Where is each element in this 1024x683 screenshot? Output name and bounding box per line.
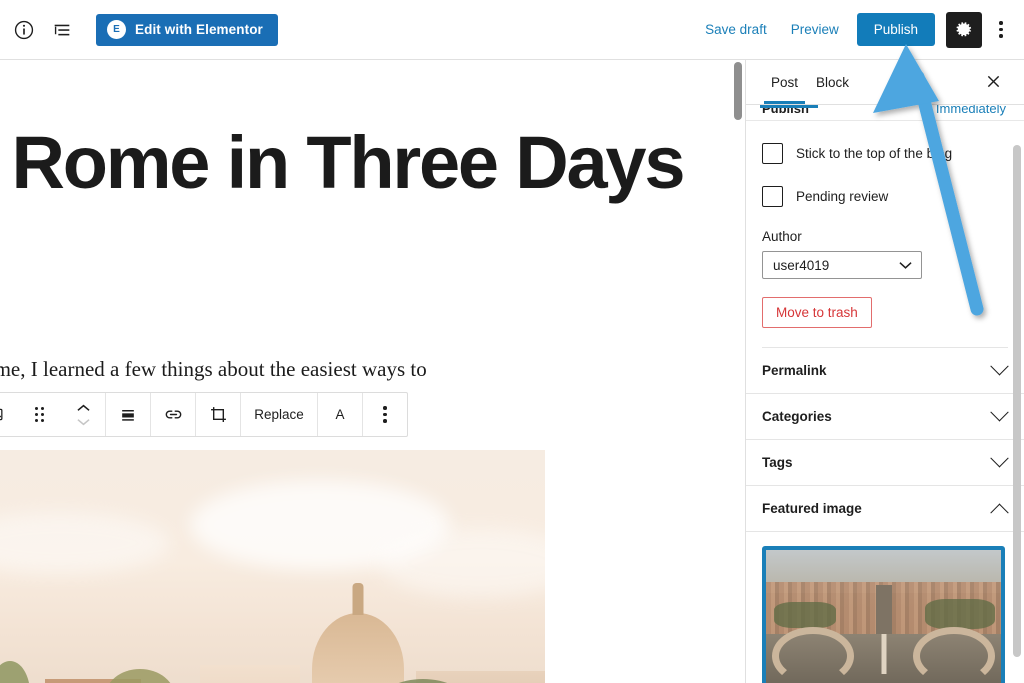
post-title[interactable]: o See Rome in Three Days [0,126,720,200]
edit-with-elementor-button[interactable]: E Edit with Elementor [96,13,278,46]
options-kebab-icon [999,21,1003,38]
list-view-icon-svg [54,24,70,35]
wordpress-block-editor: E Edit with Elementor Save draft Preview… [0,0,1024,683]
crop-icon[interactable] [196,393,240,436]
pending-review-checkbox[interactable]: Pending review [762,186,1008,207]
sticky-post-checkbox[interactable]: Stick to the top of the blog [762,143,1008,164]
move-arrows [76,404,90,426]
chevron-down-icon [899,261,912,269]
align-center-icon[interactable] [106,393,150,436]
featured-image-panel: Replace image [746,532,1024,683]
editor-canvas: o See Rome in Three Days my trip to Rome… [0,60,745,683]
chevron-down-icon [990,357,1009,376]
tab-block[interactable]: Block [807,62,858,103]
basilica-dome [312,613,404,683]
move-to-trash-button[interactable]: Move to trash [762,297,872,328]
tags-label: Tags [762,455,793,470]
close-icon [987,75,999,88]
elementor-button-label: Edit with Elementor [135,22,263,37]
checkbox-box[interactable] [762,143,783,164]
settings-gear-button[interactable] [946,11,982,48]
publish-button[interactable]: Publish [856,13,935,46]
close-sidebar-button[interactable] [980,70,1006,96]
more-options-button[interactable] [984,12,1018,48]
sidebar-section-featured-image[interactable]: Featured image [746,486,1024,532]
sidebar-status-panel: Stick to the top of the blog Pending rev… [746,143,1024,348]
preview-button[interactable]: Preview [779,14,851,45]
image-block-icon[interactable] [0,393,17,436]
tab-active-indicator [760,105,818,108]
block-toolbar-group-align [106,393,151,436]
obelisk-shape [881,633,886,674]
permalink-label: Permalink [762,363,827,378]
image-block-icon-svg [0,408,2,421]
park-shape [774,601,836,628]
building-shape [200,665,300,683]
info-icon-svg [14,20,34,39]
publish-date-row[interactable]: Publish Immediately [746,105,1024,121]
chevron-up-icon [990,503,1009,522]
author-select-value: user4019 [773,257,830,273]
block-toolbar: Replace A [0,392,408,437]
replace-button[interactable]: Replace [241,393,317,436]
featured-image-label: Featured image [762,501,862,516]
chevron-down-icon [990,403,1009,422]
chevron-down-icon [990,449,1009,468]
sidebar-section-tags[interactable]: Tags [746,440,1024,486]
block-toolbar-group-move [0,393,106,436]
sidebar-section-permalink[interactable]: Permalink [746,348,1024,394]
block-toolbar-group-crop [196,393,241,436]
editor-top-bar: E Edit with Elementor Save draft Preview… [0,0,1024,60]
block-kebab-dots [383,406,387,423]
cloud-shape [0,512,170,574]
top-bar-left-tools: E Edit with Elementor [0,12,278,48]
featured-image-thumbnail[interactable] [762,546,1005,683]
gear-icon [956,22,971,37]
colonnade-right [913,627,995,683]
caption-text-button[interactable]: A [318,393,362,436]
editor-scrollbar[interactable] [733,60,743,683]
move-up-down-icon[interactable] [61,393,105,436]
park-shape [925,598,995,629]
post-paragraph[interactable]: my trip to Rome, I learned a few things … [0,353,542,386]
save-draft-button[interactable]: Save draft [693,14,779,45]
colonnade-left [772,627,854,683]
info-icon[interactable] [6,12,42,48]
editor-featured-image[interactable] [0,450,545,683]
tree-shape [105,669,175,683]
drag-handle-icon[interactable] [17,393,61,436]
elementor-logo-icon: E [107,20,126,39]
list-view-icon[interactable] [44,12,80,48]
pending-review-label: Pending review [796,189,889,204]
checkbox-box[interactable] [762,186,783,207]
block-toolbar-group-text: A [318,393,363,436]
author-select[interactable]: user4019 [762,251,922,279]
categories-label: Categories [762,409,832,424]
author-label: Author [762,229,802,244]
link-icon-svg [165,410,181,419]
link-icon[interactable] [151,393,195,436]
sidebar-scrollbar-thumb[interactable] [1013,145,1021,657]
sticky-post-label: Stick to the top of the blog [796,146,953,161]
editor-scrollbar-thumb[interactable] [734,62,742,120]
tree-shape [0,661,30,683]
top-bar-right-actions: Save draft Preview Publish [693,11,1018,48]
sidebar-tabs: Post Block [746,60,1024,105]
tab-post[interactable]: Post [762,62,807,104]
align-center-icon-svg [122,409,134,421]
drag-dots [34,407,44,422]
crop-icon-svg [210,407,226,422]
block-toolbar-group-link [151,393,196,436]
block-toolbar-group-more [363,393,407,436]
sidebar-section-categories[interactable]: Categories [746,394,1024,440]
post-settings-sidebar: Post Block Publish Immediately Stick to … [745,60,1024,683]
publish-date-value[interactable]: Immediately [936,105,1006,116]
sidebar-scrollbar[interactable] [1013,145,1022,657]
block-toolbar-group-replace: Replace [241,393,318,436]
block-options-kebab-icon[interactable] [363,393,407,436]
